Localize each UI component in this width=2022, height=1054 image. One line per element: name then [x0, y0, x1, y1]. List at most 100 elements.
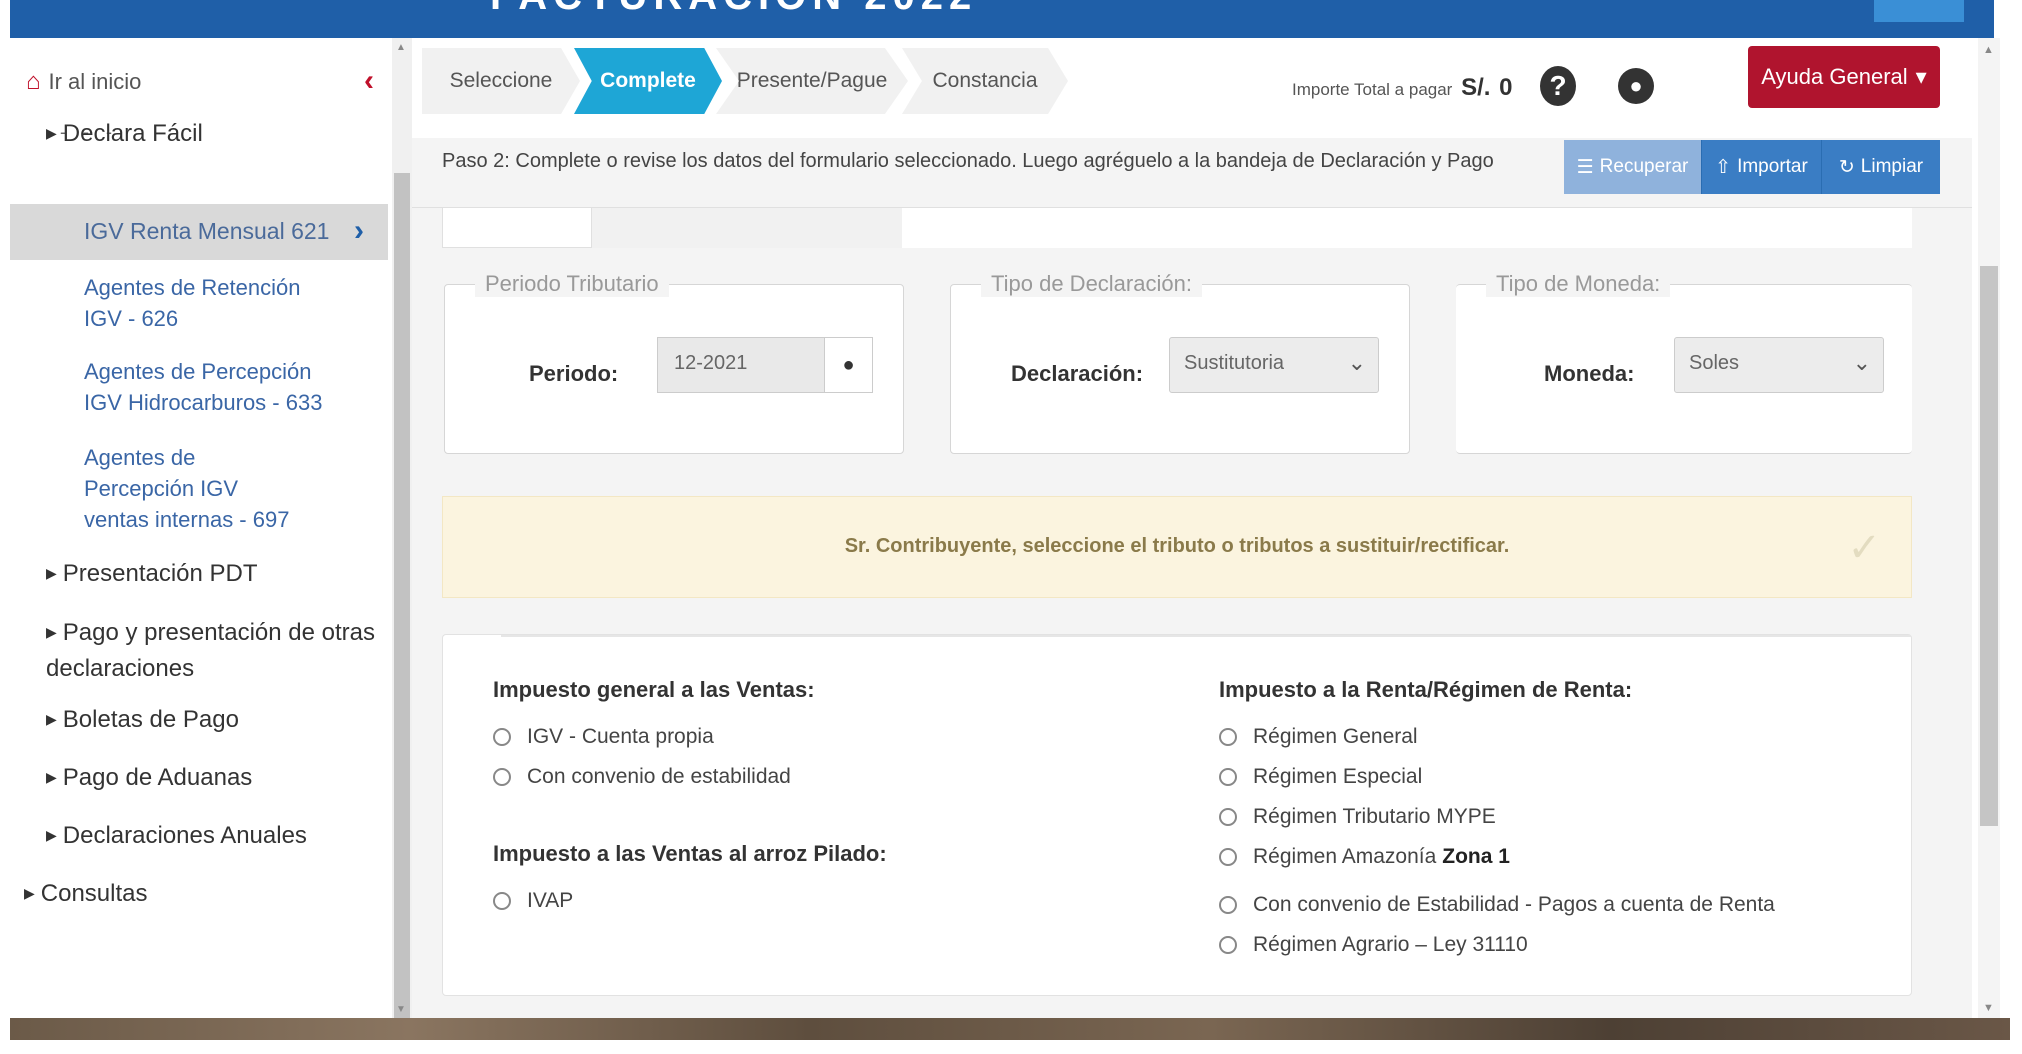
radio-circle[interactable] — [1219, 936, 1237, 954]
sidebar-scroll-thumb[interactable] — [394, 173, 410, 1018]
recuperar-label: Recuperar — [1599, 156, 1689, 177]
radio-label: Régimen General — [1253, 725, 1418, 748]
radio-convenio-estabilidad-renta[interactable]: Con convenio de Estabilidad - Pagos a cu… — [1219, 893, 1775, 917]
radio-circle[interactable] — [1219, 728, 1237, 746]
sidebar-item-pago-aduanas[interactable]: ▶ Pago de Aduanas — [46, 764, 252, 792]
form-tab-inactive[interactable] — [592, 208, 902, 248]
importe-label: Importe Total a pagar — [1292, 80, 1453, 99]
sidebar-item-consultas[interactable]: ▶ Consultas — [24, 880, 148, 908]
paso-instructions: Paso 2: Complete o revise los datos del … — [442, 150, 1494, 172]
amazonia-zona: Zona 1 — [1442, 845, 1510, 868]
declaracion-fieldset: Tipo de Declaración: Declaración: Sustit… — [950, 271, 1410, 454]
scroll-up-arrow-icon[interactable]: ▲ — [1983, 44, 1994, 56]
radio-circle[interactable] — [1219, 768, 1237, 786]
radio-circle[interactable] — [1219, 896, 1237, 914]
main-panel: Seleccione Complete Presente/Pague Const… — [412, 38, 1972, 1020]
sidebar-item-percepcion-hidrocarburos[interactable]: Agentes de Percepción IGV Hidrocarburos … — [84, 356, 334, 418]
sidebar-item-otras-declaraciones[interactable]: ▶ Pago y presentación de otras declaracio… — [46, 616, 376, 685]
sidebar-item-percepcion-ventas-internas[interactable]: Agentes de Percepción IGV ventas interna… — [84, 442, 304, 535]
radio-label: Régimen Agrario – Ley 31110 — [1253, 933, 1528, 956]
alert-message: Sr. Contribuyente, seleccione el tributo… — [844, 535, 1510, 557]
ayuda-label: Ayuda General — [1761, 64, 1908, 89]
radio-igv-cuenta-propia[interactable]: IGV - Cuenta propia — [493, 725, 714, 749]
sidebar-item-declara-facil[interactable]: ▶ Declara Fácil — [46, 120, 203, 148]
lock-icon: ● — [825, 337, 873, 393]
declaracion-value: Sustitutoria — [1184, 352, 1285, 374]
moneda-legend: Tipo de Moneda: — [1486, 271, 1671, 297]
sidebar-item-presentacion-pdt[interactable]: ▶ Presentación PDT — [46, 560, 258, 588]
radio-circle[interactable] — [1219, 848, 1237, 866]
caret-down-icon: ▾ — [1915, 64, 1927, 89]
tributos-panel: Impuesto general a las Ventas: IGV - Cue… — [442, 634, 1912, 996]
sidebar-collapse-icon[interactable]: ‹ — [364, 64, 374, 98]
radio-circle[interactable] — [493, 768, 511, 786]
sidebar-item-label: Pago de Aduanas — [62, 764, 253, 791]
step-seleccione[interactable]: Seleccione — [422, 48, 580, 114]
home-label: Ir al inicio — [48, 69, 142, 94]
radio-regimen-general[interactable]: Régimen General — [1219, 725, 1418, 749]
radio-regimen-agrario[interactable]: Régimen Agrario – Ley 31110 — [1219, 933, 1528, 957]
step-complete[interactable]: Complete — [574, 48, 722, 114]
radio-label: Régimen Amazonía — [1253, 845, 1437, 868]
panel-divider — [501, 635, 1911, 637]
step-presente-pague[interactable]: Presente/Pague — [716, 48, 908, 114]
chevron-down-icon: ⌄ — [1347, 350, 1366, 375]
main-scrollbar[interactable]: ▲ ▼ — [1978, 38, 2000, 1020]
ayuda-general-button[interactable]: Ayuda General ▾ — [1748, 46, 1940, 108]
main-scroll-thumb[interactable] — [1980, 266, 1998, 826]
form-tabs — [442, 208, 1912, 248]
expand-triangle-icon: ▶ — [24, 885, 35, 901]
periodo-input[interactable]: 12-2021 — [657, 337, 825, 393]
radio-igv-convenio[interactable]: Con convenio de estabilidad — [493, 765, 791, 789]
importe-amount: 0 — [1499, 74, 1513, 101]
radio-regimen-mype[interactable]: Régimen Tributario MYPE — [1219, 805, 1496, 829]
sidebar-item-label: Declara Fácil — [62, 120, 203, 147]
form-tab-active[interactable] — [442, 208, 592, 248]
recuperar-button[interactable]: ☰ Recuperar — [1564, 140, 1702, 194]
chevron-right-icon: › — [354, 214, 364, 247]
importe-currency: S/. — [1461, 74, 1491, 101]
globe-icon[interactable]: ● — [1618, 68, 1654, 104]
scroll-down-arrow-icon[interactable]: ▼ — [1983, 1002, 1994, 1014]
scroll-up-arrow-icon[interactable]: ▲ — [396, 42, 406, 53]
radio-circle[interactable] — [493, 892, 511, 910]
check-icon: ✓ — [1847, 526, 1881, 570]
sidebar-item-igv-renta-mensual[interactable]: IGV Renta Mensual 621 › — [10, 204, 388, 260]
declaracion-legend: Tipo de Declaración: — [981, 271, 1202, 297]
help-icon[interactable]: ? — [1540, 66, 1576, 106]
moneda-fieldset: Tipo de Moneda: Moneda: Soles ⌄ — [1456, 271, 1912, 454]
sidebar-scrollbar[interactable]: ▲ ▼ — [392, 38, 412, 1020]
declaracion-select[interactable]: Sustitutoria ⌄ — [1169, 337, 1379, 393]
banner-title: FACTURACIÓN 2022 — [490, 0, 977, 19]
radio-circle[interactable] — [493, 728, 511, 746]
radio-ivap[interactable]: IVAP — [493, 889, 573, 913]
periodo-fieldset: Periodo Tributario Periodo: 12-2021 ● — [444, 271, 904, 454]
sidebar-item-boletas-pago[interactable]: ▶ Boletas de Pago — [46, 706, 239, 734]
chevron-down-icon: ⌄ — [1852, 350, 1871, 375]
radio-regimen-especial[interactable]: Régimen Especial — [1219, 765, 1422, 789]
scroll-down-arrow-icon[interactable]: ▼ — [396, 1004, 406, 1015]
expand-triangle-icon: ▶ — [46, 624, 57, 640]
sidebar-item-agentes-retencion[interactable]: Agentes de Retención IGV - 626 — [84, 272, 314, 334]
sidebar-item-label: Boletas de Pago — [62, 706, 239, 733]
declaracion-label: Declaración: — [1011, 361, 1144, 386]
importar-button[interactable]: ⇧ Importar — [1702, 140, 1822, 194]
limpiar-button[interactable]: ↻ Limpiar — [1822, 140, 1940, 194]
upload-icon: ⇧ — [1715, 156, 1732, 178]
sidebar-item-label: Presentación PDT — [62, 560, 258, 587]
moneda-select[interactable]: Soles ⌄ — [1674, 337, 1884, 393]
ivap-section-title: Impuesto a las Ventas al arroz Pilado: — [493, 841, 887, 866]
step-constancia[interactable]: Constancia — [902, 48, 1068, 114]
importar-label: Importar — [1737, 156, 1808, 177]
expand-triangle-icon: ▶ — [46, 769, 57, 785]
list-icon: ☰ — [1576, 156, 1594, 178]
radio-regimen-amazonia[interactable]: Régimen Amazonía Zona 1 — [1219, 845, 1510, 869]
warning-alert: Sr. Contribuyente, seleccione el tributo… — [442, 496, 1912, 598]
sidebar-item-label: Consultas — [40, 880, 148, 907]
steps-bar: Seleccione Complete Presente/Pague Const… — [412, 38, 1972, 138]
banner-corner-box — [1874, 0, 1964, 22]
radio-circle[interactable] — [1219, 808, 1237, 826]
periodo-label: Periodo: — [529, 361, 619, 386]
sidebar-item-declaraciones-anuales[interactable]: ▶ Declaraciones Anuales — [46, 822, 307, 850]
home-link[interactable]: ⌂ Ir al inicio — [26, 68, 141, 96]
